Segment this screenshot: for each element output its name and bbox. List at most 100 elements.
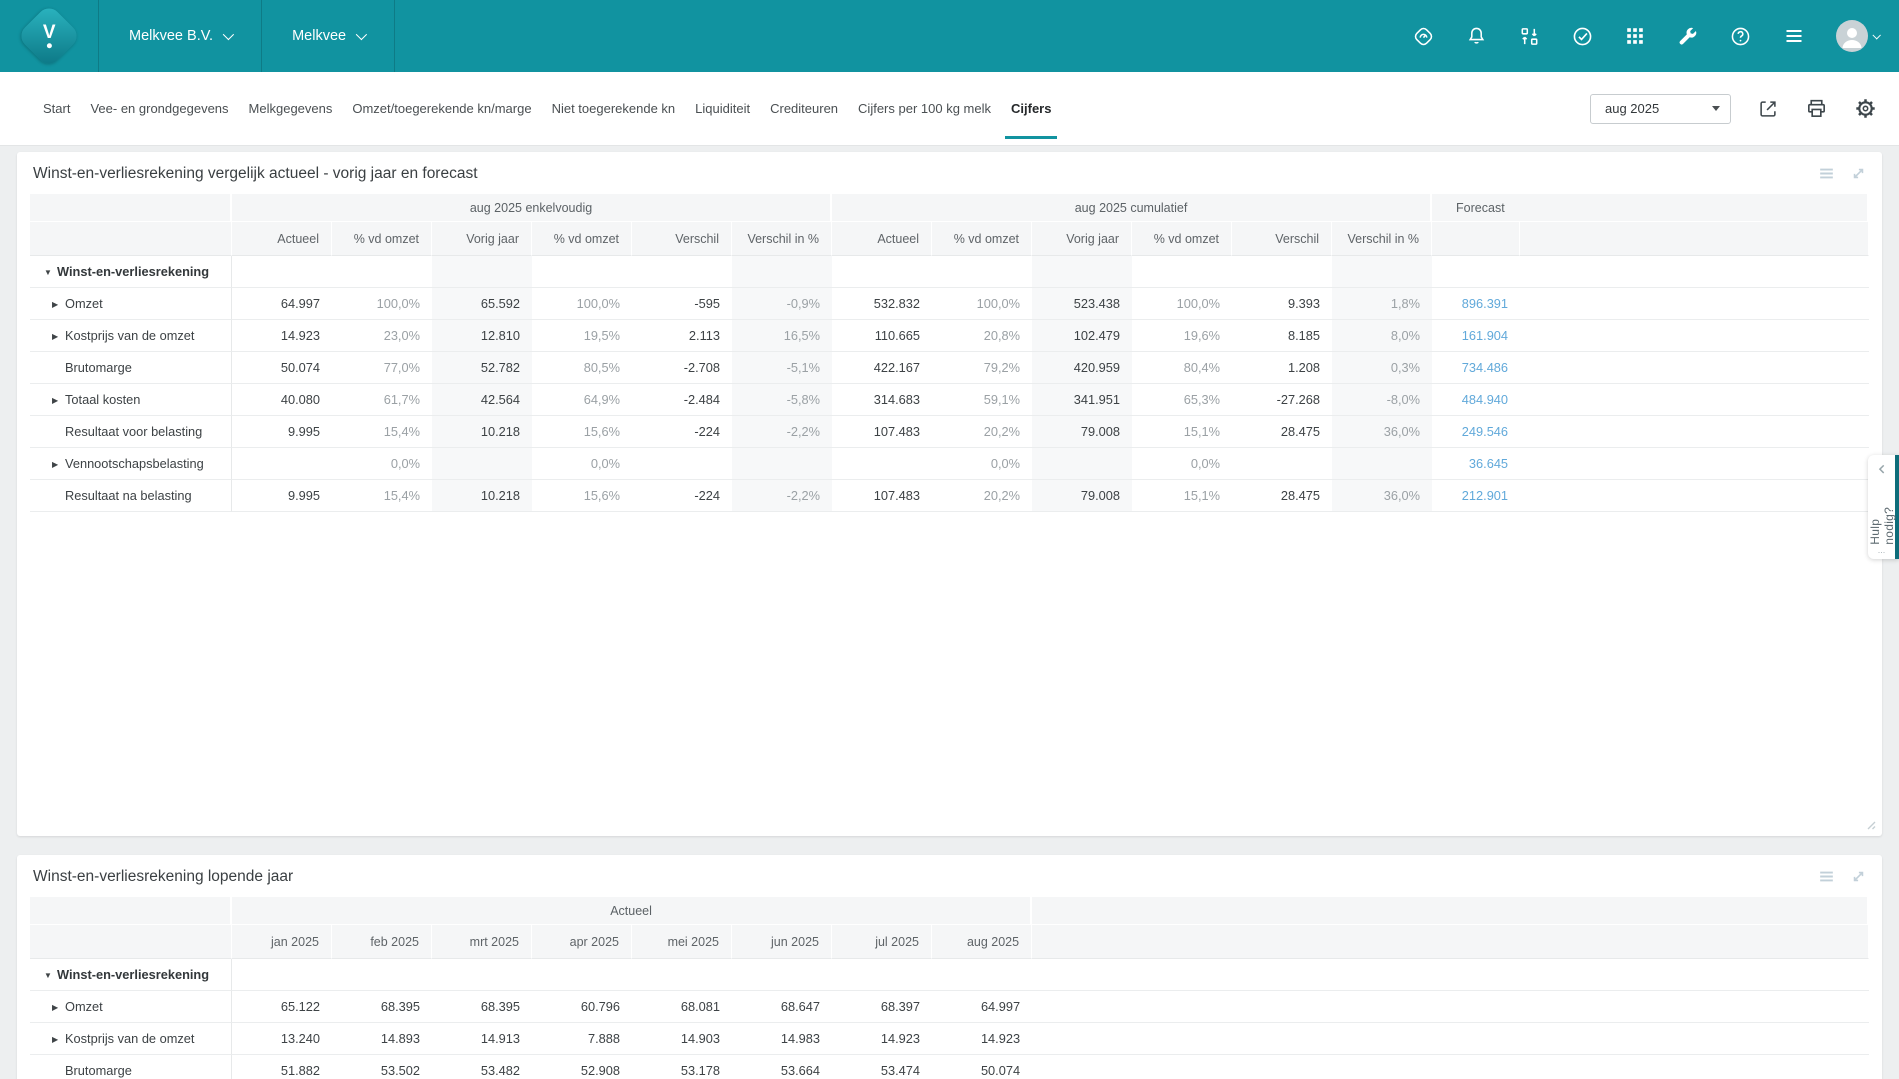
row-label-cell[interactable]: ▶Omzet bbox=[30, 288, 232, 320]
value-cell: 28.475 bbox=[1232, 416, 1332, 448]
tab-start[interactable]: Start bbox=[33, 72, 80, 145]
value-cell: 107.483 bbox=[832, 416, 932, 448]
help-tab-dots: ... bbox=[1878, 545, 1886, 555]
forecast-link[interactable]: 484.940 bbox=[1432, 384, 1520, 416]
tab-cijfers[interactable]: Cijfers bbox=[1001, 72, 1061, 145]
forecast-link[interactable]: 896.391 bbox=[1432, 288, 1520, 320]
menu-icon[interactable] bbox=[1782, 24, 1806, 48]
row-label-cell[interactable]: ▶Omzet bbox=[30, 991, 232, 1023]
app-logo[interactable]: V bbox=[0, 0, 99, 72]
value-cell: -2.708 bbox=[632, 352, 732, 384]
table-row: ▶Kostprijs van de omzet14.92323,0%12.810… bbox=[30, 320, 1869, 352]
value-cell: 53.482 bbox=[432, 1055, 532, 1079]
chevron-down-icon bbox=[1872, 31, 1880, 39]
print-icon[interactable] bbox=[1805, 97, 1828, 120]
help-icon[interactable] bbox=[1729, 25, 1752, 48]
chevron-down-icon bbox=[223, 29, 234, 40]
value-cell: 107.483 bbox=[832, 480, 932, 512]
tab-niet-toegerekende-kn[interactable]: Niet toegerekende kn bbox=[542, 72, 686, 145]
resize-handle[interactable] bbox=[1863, 817, 1877, 831]
value-cell: 0,0% bbox=[332, 448, 432, 480]
value-cell: 50.074 bbox=[232, 352, 332, 384]
value-cell: 14.923 bbox=[932, 1023, 1032, 1055]
wrench-icon[interactable] bbox=[1676, 25, 1699, 48]
topbar: V Melkvee B.V. Melkvee bbox=[0, 0, 1899, 72]
tab-omzet-toegerekende-kn-marge[interactable]: Omzet/toegerekende kn/marge bbox=[342, 72, 541, 145]
table-row: ▶Kostprijs van de omzet13.24014.89314.91… bbox=[30, 1023, 1869, 1055]
value-cell bbox=[932, 256, 1032, 288]
forecast-link[interactable]: 249.546 bbox=[1432, 416, 1520, 448]
expand-icon[interactable] bbox=[1849, 867, 1868, 886]
value-cell: 1,8% bbox=[1332, 288, 1432, 320]
period-select[interactable]: aug 2025 bbox=[1590, 94, 1731, 124]
forecast-link[interactable]: 161.904 bbox=[1432, 320, 1520, 352]
value-cell: 0,0% bbox=[1132, 448, 1232, 480]
card-title: Winst-en-verliesrekening vergelijk actue… bbox=[17, 152, 1882, 194]
gear-icon[interactable] bbox=[1854, 97, 1877, 120]
forecast-link[interactable]: 734.486 bbox=[1432, 352, 1520, 384]
value-cell: -2,2% bbox=[732, 480, 832, 512]
tab-melkgegevens[interactable]: Melkgegevens bbox=[239, 72, 343, 145]
column-group-aug-2025-cumulatief: aug 2025 cumulatief bbox=[832, 194, 1432, 222]
value-cell: 102.479 bbox=[1032, 320, 1132, 352]
tab-cijfers-per-100-kg-melk[interactable]: Cijfers per 100 kg melk bbox=[848, 72, 1001, 145]
value-cell: 23,0% bbox=[332, 320, 432, 352]
value-cell: 14.913 bbox=[432, 1023, 532, 1055]
caret-right-icon: ▶ bbox=[52, 300, 65, 309]
caret-down-icon: ▼ bbox=[44, 971, 57, 980]
row-label-cell[interactable]: ▶Vennootschapsbelasting bbox=[30, 448, 232, 480]
table-row: Resultaat na belasting9.99515,4%10.21815… bbox=[30, 480, 1869, 512]
value-cell: 20,8% bbox=[932, 320, 1032, 352]
value-cell: 2.113 bbox=[632, 320, 732, 352]
company-dropdown[interactable]: Melkvee B.V. bbox=[99, 0, 262, 72]
value-cell: 61,7% bbox=[332, 384, 432, 416]
value-cell: 420.959 bbox=[1032, 352, 1132, 384]
row-label-cell[interactable]: ▶Totaal kosten bbox=[30, 384, 232, 416]
share-icon[interactable] bbox=[1757, 98, 1779, 120]
forecast-link[interactable]: 212.901 bbox=[1432, 480, 1520, 512]
value-cell: 314.683 bbox=[832, 384, 932, 416]
value-cell: 20,2% bbox=[932, 480, 1032, 512]
tab-vee-en-grondgegevens[interactable]: Vee- en grondgegevens bbox=[80, 72, 238, 145]
apps-grid-icon[interactable] bbox=[1624, 25, 1646, 47]
value-cell: 53.502 bbox=[332, 1055, 432, 1079]
entity-dropdown[interactable]: Melkvee bbox=[262, 0, 395, 72]
row-filler bbox=[1032, 1055, 1869, 1079]
value-cell bbox=[832, 256, 932, 288]
value-cell: 60.796 bbox=[532, 991, 632, 1023]
row-label-cell[interactable]: ▶Kostprijs van de omzet bbox=[30, 320, 232, 352]
value-cell: 7.888 bbox=[532, 1023, 632, 1055]
swap-icon[interactable] bbox=[1518, 25, 1541, 48]
pnl-current-year-table: Actueeljan 2025feb 2025mrt 2025apr 2025m… bbox=[30, 897, 1869, 1079]
column-header-aug-2025: aug 2025 bbox=[932, 925, 1032, 959]
value-cell: 52.782 bbox=[432, 352, 532, 384]
check-circle-icon[interactable] bbox=[1571, 25, 1594, 48]
forecast-link[interactable]: 36.645 bbox=[1432, 448, 1520, 480]
header-filler bbox=[1032, 925, 1869, 959]
row-label-cell[interactable]: ▼Winst-en-verliesrekening bbox=[30, 256, 232, 288]
user-menu[interactable] bbox=[1836, 20, 1879, 52]
value-cell: 10.218 bbox=[432, 480, 532, 512]
expand-icon[interactable] bbox=[1849, 164, 1868, 183]
gauge-icon[interactable] bbox=[1412, 25, 1435, 48]
card-menu-icon[interactable] bbox=[1817, 867, 1836, 886]
row-label-cell[interactable]: ▶Kostprijs van de omzet bbox=[30, 1023, 232, 1055]
value-cell: 341.951 bbox=[1032, 384, 1132, 416]
bell-icon[interactable] bbox=[1465, 25, 1488, 48]
tab-liquiditeit[interactable]: Liquiditeit bbox=[685, 72, 760, 145]
value-cell: 68.395 bbox=[432, 991, 532, 1023]
tab-crediteuren[interactable]: Crediteuren bbox=[760, 72, 848, 145]
column-header-verschil: Verschil bbox=[1232, 222, 1332, 256]
column-header-vd-omzet: % vd omzet bbox=[932, 222, 1032, 256]
row-label-cell[interactable]: ▼Winst-en-verliesrekening bbox=[30, 959, 232, 991]
value-cell: -224 bbox=[632, 480, 732, 512]
card-menu-icon[interactable] bbox=[1817, 164, 1836, 183]
column-header-jul-2025: jul 2025 bbox=[832, 925, 932, 959]
value-cell: 64,9% bbox=[532, 384, 632, 416]
value-cell: 0,0% bbox=[932, 448, 1032, 480]
row-label-cell: Brutomarge bbox=[30, 1055, 232, 1079]
row-filler bbox=[1520, 352, 1869, 384]
card-title: Winst-en-verliesrekening lopende jaar bbox=[17, 855, 1882, 897]
value-cell bbox=[532, 959, 632, 991]
help-panel-tab[interactable]: Hulp nodig? ... bbox=[1868, 455, 1899, 559]
